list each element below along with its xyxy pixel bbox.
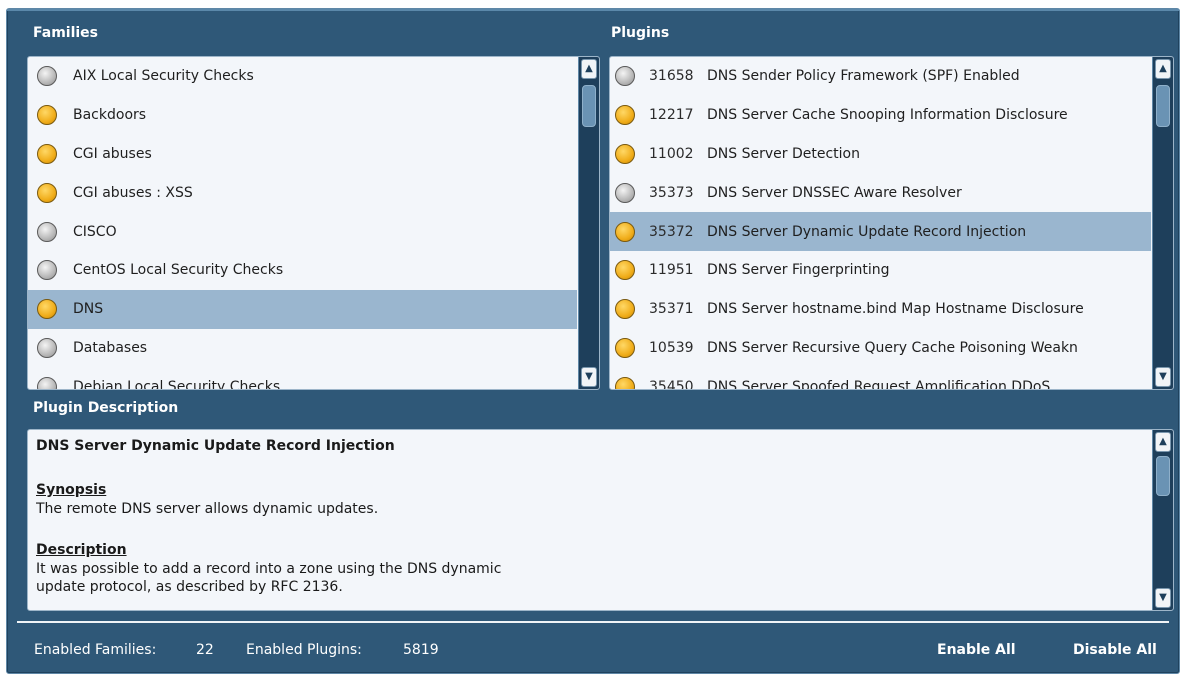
family-row[interactable]: DNS — [28, 289, 577, 329]
status-dot-icon[interactable] — [615, 66, 635, 87]
plugin-label: DNS Server Detection — [707, 145, 860, 162]
status-dot-icon[interactable] — [37, 105, 57, 126]
plugin-label: DNS Server Spoofed Request Amplification… — [707, 378, 1051, 389]
plugin-id: 10539 — [649, 339, 694, 356]
enable-all-button[interactable]: Enable All — [937, 642, 1016, 658]
family-label: Databases — [73, 339, 148, 356]
family-label: Backdoors — [73, 107, 147, 124]
family-row[interactable]: Debian Local Security Checks — [28, 367, 577, 389]
plugins-list: 31658 DNS Sender Policy Framework (SPF) E… — [610, 57, 1151, 389]
status-dot-icon[interactable] — [37, 376, 57, 389]
plugin-row[interactable]: 11002 DNS Server Detection — [610, 135, 1151, 174]
plugin-id: 11951 — [649, 262, 694, 279]
plugin-name: DNS Server Dynamic Update Record Injecti… — [36, 438, 395, 454]
plugin-label: DNS Server hostname.bind Map Hostname Di… — [707, 301, 1084, 318]
plugins-scrollbar[interactable]: ▲ ▼ — [1152, 57, 1173, 389]
family-label: CentOS Local Security Checks — [73, 262, 284, 279]
plugin-label: DNS Server DNSSEC Aware Resolver — [707, 184, 962, 201]
scroll-thumb[interactable] — [582, 85, 596, 127]
family-row[interactable]: CISCO — [28, 212, 577, 251]
status-dot-icon[interactable] — [615, 299, 635, 320]
scroll-thumb[interactable] — [1156, 456, 1170, 496]
plugin-description-body: DNS Server Dynamic Update Record Injecti… — [36, 436, 1143, 610]
family-row[interactable]: Backdoors — [28, 96, 577, 135]
plugin-row[interactable]: 35450 DNS Server Spoofed Request Amplific… — [610, 367, 1151, 389]
family-row[interactable]: CGI abuses : XSS — [28, 173, 577, 212]
synopsis-text: The remote DNS server allows dynamic upd… — [36, 501, 379, 517]
status-dot-icon[interactable] — [37, 143, 57, 164]
family-label: CISCO — [73, 223, 117, 240]
plugin-id: 12217 — [649, 107, 694, 124]
status-dot-icon[interactable] — [37, 221, 57, 242]
scroll-up-button[interactable]: ▲ — [1155, 432, 1171, 452]
plugin-id: 35373 — [649, 184, 694, 201]
status-dot-icon[interactable] — [37, 182, 57, 203]
plugin-id: 31658 — [649, 68, 694, 85]
families-list: AIX Local Security Checks Backdoors CGI ab… — [28, 57, 577, 389]
disable-all-button[interactable]: Disable All — [1073, 642, 1157, 658]
enabled-families-count: 22 — [196, 642, 214, 658]
description-scrollbar[interactable]: ▲ ▼ — [1152, 430, 1173, 610]
enabled-plugins-count: 5819 — [403, 642, 439, 658]
status-dot-icon[interactable] — [37, 299, 57, 320]
scroll-up-button[interactable]: ▲ — [1155, 59, 1171, 79]
family-row[interactable]: AIX Local Security Checks — [28, 57, 577, 96]
plugin-description-panel: DNS Server Dynamic Update Record Injecti… — [27, 429, 1174, 611]
plugins-title: Plugins — [611, 25, 670, 41]
families-scrollbar[interactable]: ▲ ▼ — [578, 57, 599, 389]
description-heading: Description — [36, 542, 127, 558]
scroll-up-button[interactable]: ▲ — [581, 59, 597, 79]
families-list-panel: AIX Local Security Checks Backdoors CGI ab… — [27, 56, 600, 390]
status-dot-icon[interactable] — [37, 260, 57, 281]
status-dot-icon[interactable] — [615, 376, 635, 389]
plugin-id: 35450 — [649, 378, 694, 389]
status-dot-icon[interactable] — [615, 337, 635, 358]
plugin-row[interactable]: 11951 DNS Server Fingerprinting — [610, 251, 1151, 290]
status-dot-icon[interactable] — [615, 182, 635, 203]
status-dot-icon[interactable] — [615, 260, 635, 281]
family-label: DNS — [73, 301, 104, 318]
scroll-down-button[interactable]: ▼ — [1155, 588, 1171, 608]
plugin-row[interactable]: 35373 DNS Server DNSSEC Aware Resolver — [610, 173, 1151, 212]
family-row[interactable]: CentOS Local Security Checks — [28, 251, 577, 290]
scroll-down-button[interactable]: ▼ — [1155, 367, 1171, 387]
plugin-row[interactable]: 10539 DNS Server Recursive Query Cache Po… — [610, 329, 1151, 368]
family-label: CGI abuses — [73, 145, 152, 162]
plugin-label: DNS Server Recursive Query Cache Poisoni… — [707, 339, 1078, 356]
status-dot-icon[interactable] — [615, 143, 635, 164]
plugin-label: DNS Sender Policy Framework (SPF) Enable… — [707, 68, 1020, 85]
family-label: AIX Local Security Checks — [73, 68, 254, 85]
plugin-selection-window: Families AIX Local Security Checks Backdo… — [6, 8, 1180, 674]
enabled-families-label: Enabled Families: — [34, 642, 157, 658]
enabled-plugins-label: Enabled Plugins: — [246, 642, 362, 658]
family-row[interactable]: CGI abuses — [28, 135, 577, 174]
plugins-list-panel: 31658 DNS Sender Policy Framework (SPF) E… — [609, 56, 1174, 390]
plugin-row[interactable]: 35371 DNS Server hostname.bind Map Hostna… — [610, 290, 1151, 329]
plugin-label: DNS Server Fingerprinting — [707, 262, 890, 279]
status-dot-icon[interactable] — [615, 105, 635, 126]
description-text-line1: It was possible to add a record into a z… — [36, 561, 502, 577]
synopsis-heading: Synopsis — [36, 482, 107, 498]
footer-divider — [17, 621, 1169, 623]
description-text-line2: update protocol, as described by RFC 213… — [36, 579, 343, 595]
families-title: Families — [33, 25, 99, 41]
plugin-row[interactable]: 31658 DNS Sender Policy Framework (SPF) E… — [610, 57, 1151, 96]
status-dot-icon[interactable] — [37, 66, 57, 87]
plugin-id: 35371 — [649, 301, 694, 318]
plugin-description-title: Plugin Description — [33, 400, 179, 416]
scroll-thumb[interactable] — [1156, 85, 1170, 127]
plugin-label: DNS Server Cache Snooping Information Di… — [707, 107, 1068, 124]
plugin-id: 11002 — [649, 145, 694, 162]
scroll-down-button[interactable]: ▼ — [581, 367, 597, 387]
family-label: CGI abuses : XSS — [73, 184, 193, 201]
plugin-label: DNS Server Dynamic Update Record Injecti… — [707, 223, 1027, 240]
plugin-id: 35372 — [649, 223, 694, 240]
status-dot-icon[interactable] — [37, 337, 57, 358]
status-dot-icon[interactable] — [615, 221, 635, 242]
plugin-row[interactable]: 12217 DNS Server Cache Snooping Informati… — [610, 96, 1151, 135]
family-label: Debian Local Security Checks — [73, 378, 281, 389]
plugin-row[interactable]: 35372 DNS Server Dynamic Update Record In… — [610, 212, 1151, 251]
family-row[interactable]: Databases — [28, 329, 577, 368]
